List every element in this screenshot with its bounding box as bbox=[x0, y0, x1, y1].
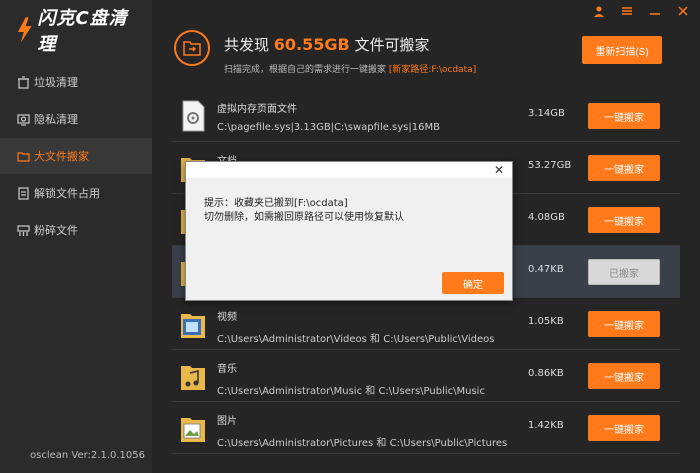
app-title: 闪克C盘清理 bbox=[37, 8, 128, 55]
app-logo: 闪克C盘清理 bbox=[14, 8, 144, 55]
dialog-message-line1: 提示：收藏夹已搬到[F:\ocdata] bbox=[204, 198, 348, 209]
sidebar-item-label: 隐私清理 bbox=[34, 113, 78, 126]
pictures-folder-icon bbox=[181, 418, 205, 442]
item-name: 图片 bbox=[217, 416, 237, 427]
logo-icon bbox=[17, 17, 32, 43]
item-path: C:\Users\Administrator\Music 和 C:\Users\… bbox=[217, 386, 485, 397]
item-size: 0.47KB bbox=[528, 264, 564, 275]
list-item: 音乐 C:\Users\Administrator\Music 和 C:\Use… bbox=[172, 350, 680, 402]
sidebar-item-unlock-file[interactable]: 解锁文件占用 bbox=[0, 175, 152, 211]
privacy-icon bbox=[16, 112, 30, 126]
sidebar-item-label: 粉碎文件 bbox=[34, 224, 78, 237]
item-name: 视频 bbox=[217, 312, 237, 323]
header: 共发现 60.55GB 文件可搬家 扫描完成，根据自己的需求进行一键搬家 [新家… bbox=[152, 0, 700, 86]
move-button[interactable]: 一键搬家 bbox=[588, 155, 660, 181]
list-item: 图片 C:\Users\Administrator\Pictures 和 C:\… bbox=[172, 402, 680, 454]
move-button[interactable]: 一键搬家 bbox=[588, 207, 660, 233]
item-path: C:\Users\Administrator\Videos 和 C:\Users… bbox=[217, 334, 495, 345]
item-size: 4.08GB bbox=[528, 212, 565, 223]
sidebar-item-privacy-clean[interactable]: 隐私清理 bbox=[0, 101, 152, 137]
page-subtitle: 扫描完成，根据自己的需求进行一键搬家 [新家路径:F:\ocdata] bbox=[224, 62, 476, 75]
notice-dialog: ✕ 提示：收藏夹已搬到[F:\ocdata] 切勿删除，如需搬回原路径可以使用恢… bbox=[185, 161, 513, 301]
folder-icon bbox=[16, 149, 30, 163]
move-button[interactable]: 一键搬家 bbox=[588, 363, 660, 389]
moved-button[interactable]: 已搬家 bbox=[588, 259, 660, 285]
folder-move-icon bbox=[174, 30, 210, 66]
item-path: C:\Users\Administrator\Pictures 和 C:\Use… bbox=[217, 438, 508, 449]
item-size: 53.27GB bbox=[528, 160, 572, 171]
item-size: 3.14GB bbox=[528, 108, 565, 119]
dialog-titlebar: ✕ bbox=[186, 162, 512, 178]
dialog-message-line2: 切勿删除，如需搬回原路径可以使用恢复默认 bbox=[204, 212, 404, 223]
videos-folder-icon bbox=[181, 314, 205, 338]
shred-icon bbox=[16, 223, 30, 237]
item-size: 1.42KB bbox=[528, 420, 564, 431]
title-suffix: 文件可搬家 bbox=[349, 36, 430, 54]
move-button[interactable]: 一键搬家 bbox=[588, 103, 660, 129]
title-prefix: 共发现 bbox=[224, 36, 274, 54]
gear-file-icon bbox=[182, 100, 205, 132]
sidebar: 闪克C盘清理 垃圾清理 隐私清理 大文件搬家 解锁文件占用 粉碎文件 oscle… bbox=[0, 0, 152, 473]
sidebar-item-label: 垃圾清理 bbox=[34, 76, 78, 89]
sidebar-item-big-file-move[interactable]: 大文件搬家 bbox=[0, 138, 152, 174]
item-name: 虚拟内存页面文件 bbox=[217, 104, 297, 115]
dialog-close-icon[interactable]: ✕ bbox=[494, 163, 504, 177]
move-button[interactable]: 一键搬家 bbox=[588, 415, 660, 441]
version-label: osclean Ver:2.1.0.1056 bbox=[30, 450, 145, 461]
total-size: 60.55GB bbox=[273, 35, 350, 54]
unlock-icon bbox=[16, 186, 30, 200]
item-size: 1.05KB bbox=[528, 316, 564, 327]
item-size: 0.86KB bbox=[528, 368, 564, 379]
rescan-button[interactable]: 重新扫描(S) bbox=[582, 36, 662, 64]
sidebar-nav: 垃圾清理 隐私清理 大文件搬家 解锁文件占用 粉碎文件 bbox=[0, 64, 152, 249]
subtitle-text: 扫描完成，根据自己的需求进行一键搬家 bbox=[224, 65, 389, 75]
confirm-button[interactable]: 确定 bbox=[442, 272, 504, 294]
sidebar-item-label: 解锁文件占用 bbox=[34, 187, 100, 200]
new-home-path: [新家路径:F:\ocdata] bbox=[388, 65, 477, 75]
item-path: C:\pagefile.sys|3.13GB|C:\swapfile.sys|1… bbox=[217, 122, 440, 133]
item-name: 音乐 bbox=[217, 364, 237, 375]
music-folder-icon bbox=[181, 366, 205, 390]
list-item: 虚拟内存页面文件 C:\pagefile.sys|3.13GB|C:\swapf… bbox=[172, 90, 680, 142]
move-button[interactable]: 一键搬家 bbox=[588, 311, 660, 337]
sidebar-item-shred-file[interactable]: 粉碎文件 bbox=[0, 212, 152, 248]
list-item: 视频 C:\Users\Administrator\Videos 和 C:\Us… bbox=[172, 298, 680, 350]
trash-icon bbox=[16, 75, 30, 89]
sidebar-item-junk-clean[interactable]: 垃圾清理 bbox=[0, 64, 152, 100]
sidebar-item-label: 大文件搬家 bbox=[34, 150, 89, 163]
page-title: 共发现 60.55GB 文件可搬家 bbox=[224, 34, 430, 55]
